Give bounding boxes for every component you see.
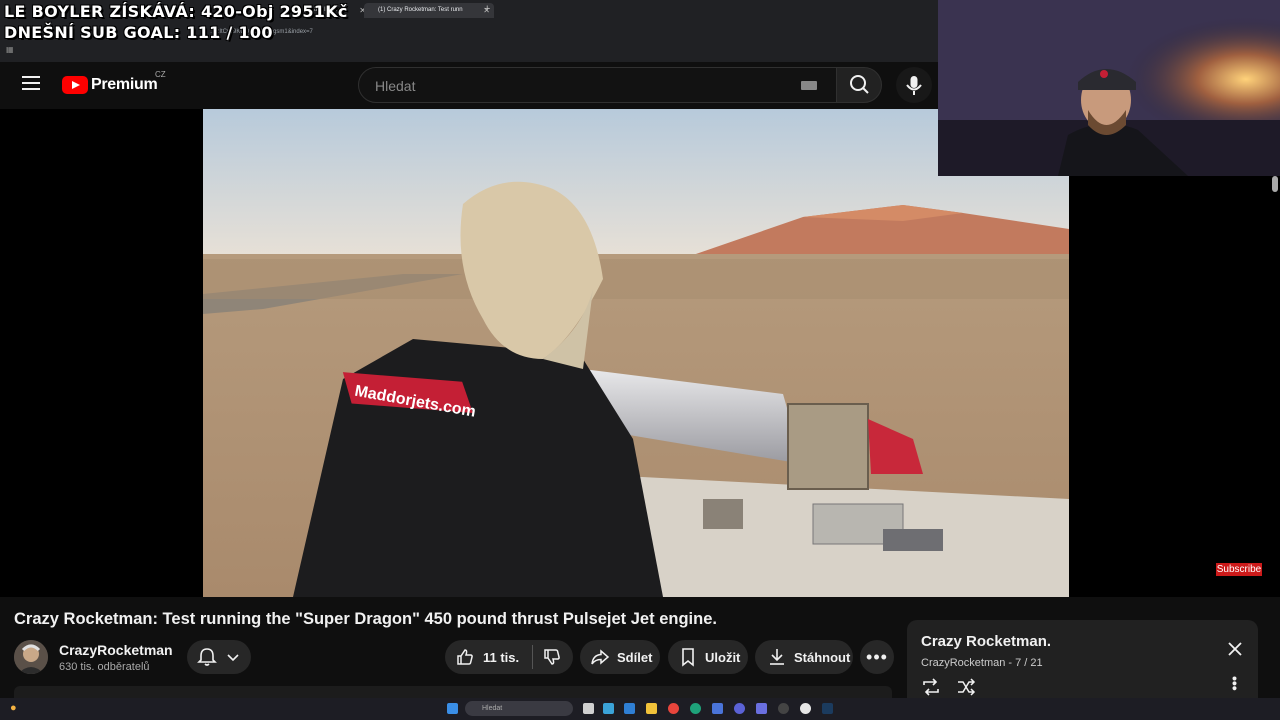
share-label: Sdílet <box>617 649 653 665</box>
store-icon[interactable] <box>624 703 635 714</box>
file-explorer-icon[interactable] <box>646 703 657 714</box>
discord-icon[interactable] <box>756 703 767 714</box>
task-view-icon[interactable] <box>583 703 594 714</box>
scrollbar-thumb[interactable] <box>1272 176 1278 192</box>
thumbs-up-icon[interactable] <box>455 647 475 667</box>
playlist-subtitle: CrazyRocketman - 7 / 21 <box>921 657 1043 669</box>
stream-overlay-donation: LE BOYLER ZÍSKÁVÁ: 420-Obj 2951Kč <box>4 2 348 21</box>
menu-icon[interactable] <box>22 76 40 90</box>
download-icon <box>770 649 784 665</box>
youtube-header: Premium CZ <box>0 62 938 109</box>
search-box <box>358 67 837 104</box>
taskbar-search[interactable]: Hledat <box>465 701 573 716</box>
shuffle-icon[interactable] <box>956 678 976 696</box>
tab-label: (1) Crazy Rocketman: Test runn <box>378 7 463 13</box>
voice-search-button[interactable] <box>896 67 932 103</box>
widgets-icon[interactable] <box>603 703 614 714</box>
app-icon-white[interactable] <box>800 703 811 714</box>
apps-grid-icon[interactable]: ▦ <box>6 45 14 54</box>
like-dislike-group: 11 tis. <box>445 640 573 674</box>
address-bar[interactable]: …2ItCvy9KCQpl1M4V5gsm1&index=7 <box>210 25 910 39</box>
search-button[interactable] <box>836 67 882 103</box>
thumbs-down-icon[interactable] <box>542 647 562 667</box>
download-label: Stáhnout <box>794 649 851 665</box>
search-input[interactable] <box>373 68 797 104</box>
channel-name[interactable]: CrazyRocketman <box>59 642 173 658</box>
save-button[interactable]: Uložit <box>668 640 748 674</box>
microphone-icon <box>906 76 922 95</box>
subscriber-count: 630 tis. odběratelů <box>59 661 150 673</box>
loop-icon[interactable] <box>921 678 941 696</box>
start-icon[interactable] <box>447 703 458 714</box>
close-icon[interactable] <box>1227 641 1243 657</box>
bookmark-icon <box>682 648 694 667</box>
keyboard-icon[interactable] <box>801 81 817 90</box>
weather-icon[interactable]: ● <box>10 702 17 714</box>
taskbar-search-label: Hledat <box>482 705 503 712</box>
logo-text: Premium <box>91 76 158 93</box>
save-label: Uložit <box>705 649 741 665</box>
like-divider <box>532 645 534 669</box>
new-tab-icon[interactable]: + <box>484 3 490 15</box>
webcam-overlay <box>938 0 1280 176</box>
country-code: CZ <box>155 70 166 79</box>
playlist-title[interactable]: Crazy Rocketman. <box>921 633 1051 650</box>
player-letterbox-right <box>1069 176 1280 597</box>
chrome-icon[interactable] <box>668 703 679 714</box>
video-frame-image: Maddorjets.com <box>203 109 1069 597</box>
steam-icon[interactable] <box>822 703 833 714</box>
video-title: Crazy Rocketman: Test running the "Super… <box>14 610 717 628</box>
more-actions-button[interactable]: ••• <box>860 640 894 674</box>
playlist-panel: Crazy Rocketman. CrazyRocketman - 7 / 21… <box>907 620 1258 698</box>
edge-icon[interactable] <box>690 703 701 714</box>
notification-bell-button[interactable] <box>187 640 251 674</box>
like-count[interactable]: 11 tis. <box>483 650 519 665</box>
more-vertical-icon[interactable]: ••• <box>1227 676 1243 691</box>
stream-overlay-sub-goal: DNEŠNÍ SUB GOAL: 111 / 100 <box>4 23 273 42</box>
share-button[interactable]: Sdílet <box>580 640 660 674</box>
subscribe-overlay-badge[interactable]: Subscribe <box>1216 563 1262 576</box>
obs-icon[interactable] <box>778 703 789 714</box>
bell-icon <box>197 648 217 666</box>
youtube-play-icon <box>62 76 88 94</box>
player-letterbox-left <box>0 109 203 597</box>
browser-tab-active[interactable]: (1) Crazy Rocketman: Test runn ✕ <box>364 3 494 18</box>
app-icon-indigo[interactable] <box>734 703 745 714</box>
download-button[interactable]: Stáhnout <box>755 640 853 674</box>
windows-taskbar: ● Hledat <box>0 698 1280 720</box>
youtube-premium-logo[interactable]: Premium CZ <box>62 70 166 95</box>
more-horizontal-icon: ••• <box>866 647 888 667</box>
chevron-down-icon <box>227 654 239 662</box>
search-icon <box>850 75 869 94</box>
app-icon-blue[interactable] <box>712 703 723 714</box>
share-icon <box>591 649 610 665</box>
channel-avatar[interactable] <box>14 640 48 674</box>
avatar-image <box>14 640 48 674</box>
description-box-edge <box>14 686 892 698</box>
webcam-image <box>938 0 1280 176</box>
video-player[interactable]: Maddorjets.com <box>203 109 1069 597</box>
